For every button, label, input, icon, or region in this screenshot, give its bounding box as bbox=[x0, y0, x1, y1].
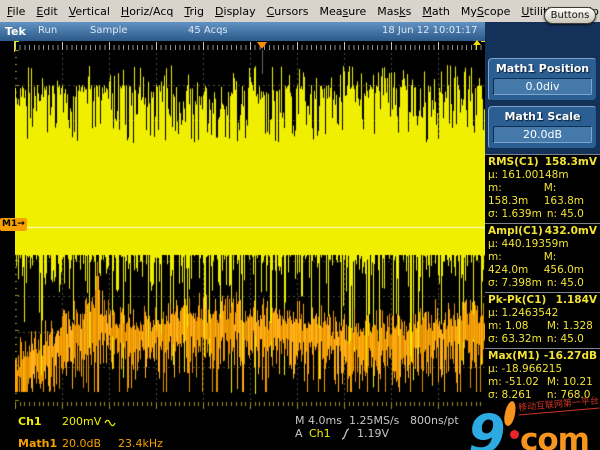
math1-position-panel[interactable]: Math1 Position 0.0div bbox=[488, 58, 597, 101]
acquisition-mode: Sample bbox=[90, 25, 128, 36]
measurement-count: n: 45.0 bbox=[547, 208, 584, 221]
ac-coupling-icon bbox=[104, 417, 119, 430]
measurement-block-rmsc1: RMS(C1) 158.3mVμ: 161.00148mm: 158.3mM: 1… bbox=[485, 154, 600, 223]
menu-edit[interactable]: Edit bbox=[36, 5, 57, 18]
measurement-max: M: 1.328 bbox=[547, 320, 593, 333]
measurement-mean: μ: 440.19359m bbox=[488, 238, 597, 251]
measurement-name: Pk-Pk(C1) bbox=[488, 294, 546, 307]
math1-scale-label: Math1 Scale bbox=[493, 110, 592, 123]
measurement-value: 1.184V bbox=[556, 294, 597, 307]
menu-math[interactable]: Math bbox=[422, 5, 450, 18]
math-controls-background: Math1 Position 0.0div Math1 Scale 20.0dB bbox=[485, 22, 600, 154]
trigger-position-icon[interactable] bbox=[257, 42, 267, 49]
measurement-mean: μ: -18.966215 bbox=[488, 363, 597, 376]
measurement-min: m: -51.02 bbox=[488, 376, 547, 389]
measurement-block-pkpkc1: Pk-Pk(C1) 1.184Vμ: 1.2463542m: 1.08M: 1.3… bbox=[485, 292, 600, 348]
math1-position-label: Math1 Position bbox=[493, 62, 592, 75]
measurement-value: 432.0mV bbox=[545, 225, 597, 238]
measurement-min: m: 158.3m bbox=[488, 182, 544, 208]
math1-reference-marker[interactable]: M1→ bbox=[0, 218, 27, 231]
control-readout-column: Math1 Position 0.0div Math1 Scale 20.0dB… bbox=[485, 41, 600, 410]
math1-position-value[interactable]: 0.0div bbox=[493, 78, 592, 95]
watermark-9: 9 bbox=[468, 408, 506, 450]
acquisition-run-status: Run bbox=[38, 25, 57, 36]
measurement-max: M: 10.21 bbox=[547, 376, 593, 389]
watermark-slogan: 移动互联网第一平台 bbox=[517, 393, 599, 415]
waveform-display: M1→ bbox=[0, 41, 485, 410]
samplerate-readout: 1.25MS/s bbox=[349, 414, 399, 427]
menu-display[interactable]: Display bbox=[215, 5, 256, 18]
measurement-sigma: σ: 63.32m bbox=[488, 333, 547, 346]
ch1-label[interactable]: Ch1 bbox=[18, 415, 42, 428]
measurement-count: n: 45.0 bbox=[547, 333, 584, 346]
acquisition-overview-ruler bbox=[15, 42, 485, 50]
menu-trig[interactable]: Trig bbox=[184, 5, 204, 18]
buttons-button[interactable]: Buttons bbox=[544, 7, 596, 24]
measurement-value: 158.3mV bbox=[545, 156, 597, 169]
rising-slope-icon bbox=[341, 428, 350, 443]
measurement-value: -16.27dB bbox=[544, 350, 597, 363]
math1-label[interactable]: Math1 bbox=[18, 437, 57, 450]
menu-horizacq[interactable]: Horiz/Acq bbox=[121, 5, 173, 18]
menu-cursors[interactable]: Cursors bbox=[267, 5, 309, 18]
measurement-readouts: RMS(C1)158.3mVμ: 161.00148mm: 158.3mM: 1… bbox=[485, 154, 600, 404]
math1-scale-readout: 20.0dB bbox=[62, 437, 101, 450]
measurement-name: Max(M1) bbox=[488, 350, 540, 363]
measurement-min: m: 1.08 bbox=[488, 320, 547, 333]
math1-marker-label: M1 bbox=[2, 219, 17, 229]
resolution-readout: 800ns/pt bbox=[410, 414, 459, 427]
acquisition-count: 45 Acqs bbox=[188, 25, 228, 36]
math1-scale-panel[interactable]: Math1 Scale 20.0dB bbox=[488, 106, 597, 149]
math1-frequency-readout: 23.4kHz bbox=[118, 437, 163, 450]
menu-bar: File Edit Vertical Horiz/Acq Trig Display Curs… bbox=[0, 0, 600, 23]
measurement-sigma: σ: 7.398m bbox=[488, 277, 547, 290]
menu-vertical[interactable]: Vertical bbox=[69, 5, 110, 18]
measurement-name: Ampl(C1) bbox=[488, 225, 543, 238]
math1-scale-value[interactable]: 20.0dB bbox=[493, 126, 592, 143]
watermark-com: com bbox=[520, 425, 589, 450]
ch1-scale-readout: 200mV bbox=[62, 415, 101, 428]
measurement-min: m: 424.0m bbox=[488, 251, 544, 277]
timebase-readout: M 4.0ms bbox=[295, 414, 342, 427]
main-area: M1→ Math1 Position 0.0div Math1 Scale 20… bbox=[0, 41, 600, 410]
graticule-waveform-canvas[interactable] bbox=[15, 50, 485, 410]
menu-file[interactable]: File bbox=[7, 5, 25, 18]
measurement-max: M: 163.8m bbox=[544, 182, 597, 208]
menu-masks[interactable]: Masks bbox=[377, 5, 411, 18]
measurement-sigma: σ: 1.639m bbox=[488, 208, 547, 221]
measurement-count: n: 45.0 bbox=[547, 277, 584, 290]
measurement-max: M: 456.0m bbox=[544, 251, 597, 277]
menu-measure[interactable]: Measure bbox=[320, 5, 367, 18]
measurement-mean: μ: 1.2463542 bbox=[488, 307, 597, 320]
trigger-source-readout: Ch1 bbox=[309, 427, 331, 440]
measurement-name: RMS(C1) bbox=[488, 156, 539, 169]
trigger-system-label: A bbox=[295, 427, 303, 440]
measurement-mean: μ: 161.00148m bbox=[488, 169, 597, 182]
watermark-91com: 移动互联网第一平台 9 com bbox=[468, 394, 600, 450]
datetime: 18 Jun 12 10:01:17 bbox=[382, 25, 478, 36]
measurement-block-amplc1: Ampl(C1)432.0mVμ: 440.19359mm: 424.0mM: … bbox=[485, 223, 600, 292]
tek-logo: Tek bbox=[5, 25, 26, 38]
watermark-exclamation-dot-icon bbox=[510, 430, 519, 439]
oscilloscope-screen: File Edit Vertical Horiz/Acq Trig Display Curs… bbox=[0, 0, 600, 450]
math1-marker-arrow-icon: → bbox=[17, 219, 25, 229]
menu-myscope[interactable]: MyScope bbox=[461, 5, 511, 18]
trigger-level-readout: 1.19V bbox=[357, 427, 389, 440]
